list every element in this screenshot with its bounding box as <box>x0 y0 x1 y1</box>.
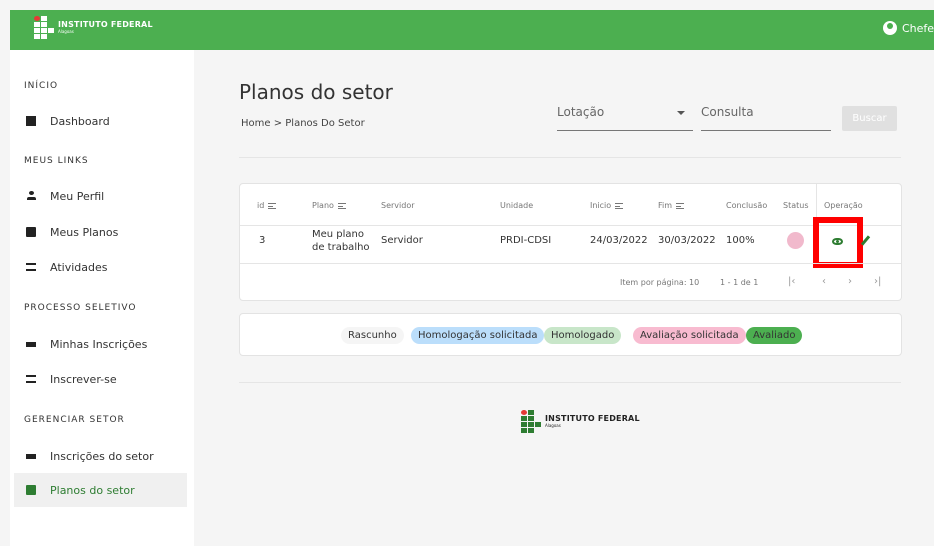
sidebar-section-processo-seletivo: PROCESSO SELETIVO <box>24 303 137 313</box>
legend-avaliacao-solicitada: Avaliação solicitada <box>633 327 746 344</box>
footer-brand-name: INSTITUTO FEDERAL <box>545 414 640 423</box>
sidebar-item-planos-setor[interactable]: Planos do setor <box>14 473 187 507</box>
sidebar-item-minhas-inscricoes[interactable]: Minhas Inscrições <box>14 327 187 361</box>
search-button[interactable]: Buscar <box>842 106 897 131</box>
brand-name: INSTITUTO FEDERAL <box>58 20 153 29</box>
breadcrumb[interactable]: Home > Planos Do Setor <box>241 118 365 129</box>
top-bar: INSTITUTO FEDERAL Alagoas Chefe <box>10 10 934 50</box>
header-id[interactable]: id <box>257 201 277 210</box>
person-icon <box>26 191 36 201</box>
logo-icon <box>34 16 54 39</box>
logo-icon <box>521 410 541 433</box>
header-unidade: Unidade <box>500 201 534 210</box>
bar-icon <box>26 453 36 459</box>
legend-avaliado: Avaliado <box>746 327 803 344</box>
page-range: 1 - 1 de 1 <box>720 278 759 287</box>
legend-homologado: Homologado <box>544 327 622 344</box>
status-legend: Rascunho Homologação solicitada Homologa… <box>239 313 902 356</box>
sidebar: INÍCIO Dashboard MEUS LINKS Meu Perfil M… <box>10 50 194 546</box>
cell-fim: 30/03/2022 <box>658 235 716 246</box>
footer-brand-sub: Alagoas <box>545 423 561 428</box>
eye-icon <box>832 238 843 245</box>
list-add-icon <box>26 375 36 383</box>
account-icon <box>882 21 897 35</box>
cell-unidade: PRDI-CDSI <box>500 235 552 246</box>
sidebar-item-atividades[interactable]: Atividades <box>14 250 187 284</box>
cell-servidor: Servidor <box>381 235 423 246</box>
brand-sub: Alagoas <box>58 29 74 34</box>
lotacao-select[interactable]: Lotação <box>557 105 693 131</box>
first-page-icon[interactable]: |‹ <box>788 276 795 287</box>
page-title: Planos do setor <box>239 80 393 104</box>
items-per-page[interactable]: Item por página: 10 <box>620 278 699 287</box>
sidebar-section-gerenciar-setor: GERENCIAR SETOR <box>24 415 125 425</box>
status-badge <box>787 232 804 249</box>
header-inicio[interactable]: Inicio <box>590 201 624 210</box>
header-fim[interactable]: Fim <box>658 201 685 210</box>
clipboard-icon <box>26 485 36 495</box>
divider <box>239 382 901 383</box>
footer-logo: INSTITUTO FEDERAL Alagoas <box>521 410 640 433</box>
cell-id: 3 <box>259 235 266 246</box>
plans-table: id Plano Servidor Unidade Inicio Fim Con… <box>239 183 902 301</box>
header-conclusao: Conclusão <box>726 201 768 210</box>
sidebar-section-meus-links: MEUS LINKS <box>24 156 89 166</box>
sort-icon <box>268 202 277 209</box>
next-page-icon[interactable]: › <box>848 276 852 287</box>
header-status: Status <box>783 201 809 210</box>
header-plano[interactable]: Plano <box>312 201 346 210</box>
chevron-down-icon <box>677 111 685 115</box>
sidebar-item-meu-perfil[interactable]: Meu Perfil <box>14 179 187 213</box>
divider <box>240 225 901 226</box>
last-page-icon[interactable]: ›| <box>874 276 881 287</box>
bar-icon <box>26 341 36 347</box>
divider <box>240 263 901 264</box>
legend-homologacao-solicitada: Homologação solicitada <box>411 327 545 344</box>
brand-logo[interactable]: INSTITUTO FEDERAL Alagoas <box>34 16 153 39</box>
cell-conclusao: 100% <box>726 235 755 246</box>
sidebar-item-meus-planos[interactable]: Meus Planos <box>14 215 187 249</box>
header-servidor: Servidor <box>381 201 415 210</box>
consulta-input[interactable]: Consulta <box>701 105 831 131</box>
header-operacao: Operação <box>824 201 863 210</box>
sidebar-item-dashboard[interactable]: Dashboard <box>14 104 187 138</box>
user-menu[interactable]: Chefe <box>882 21 934 35</box>
book-icon <box>26 227 36 237</box>
sort-icon <box>615 202 624 209</box>
divider <box>239 157 901 158</box>
cell-plano: Meu plano de trabalho <box>312 229 370 253</box>
sidebar-item-inscricoes-setor[interactable]: Inscrições do setor <box>14 439 187 473</box>
sort-icon <box>337 202 346 209</box>
sidebar-item-inscrever-se[interactable]: Inscrever-se <box>14 362 187 396</box>
dashboard-icon <box>26 116 36 126</box>
list-icon <box>26 263 36 271</box>
legend-rascunho: Rascunho <box>341 327 404 344</box>
sidebar-section-inicio: INÍCIO <box>24 81 59 91</box>
user-name: Chefe <box>901 21 934 35</box>
sort-icon <box>676 202 685 209</box>
cell-inicio: 24/03/2022 <box>590 235 648 246</box>
view-button[interactable] <box>813 217 863 268</box>
prev-page-icon[interactable]: ‹ <box>822 276 826 287</box>
